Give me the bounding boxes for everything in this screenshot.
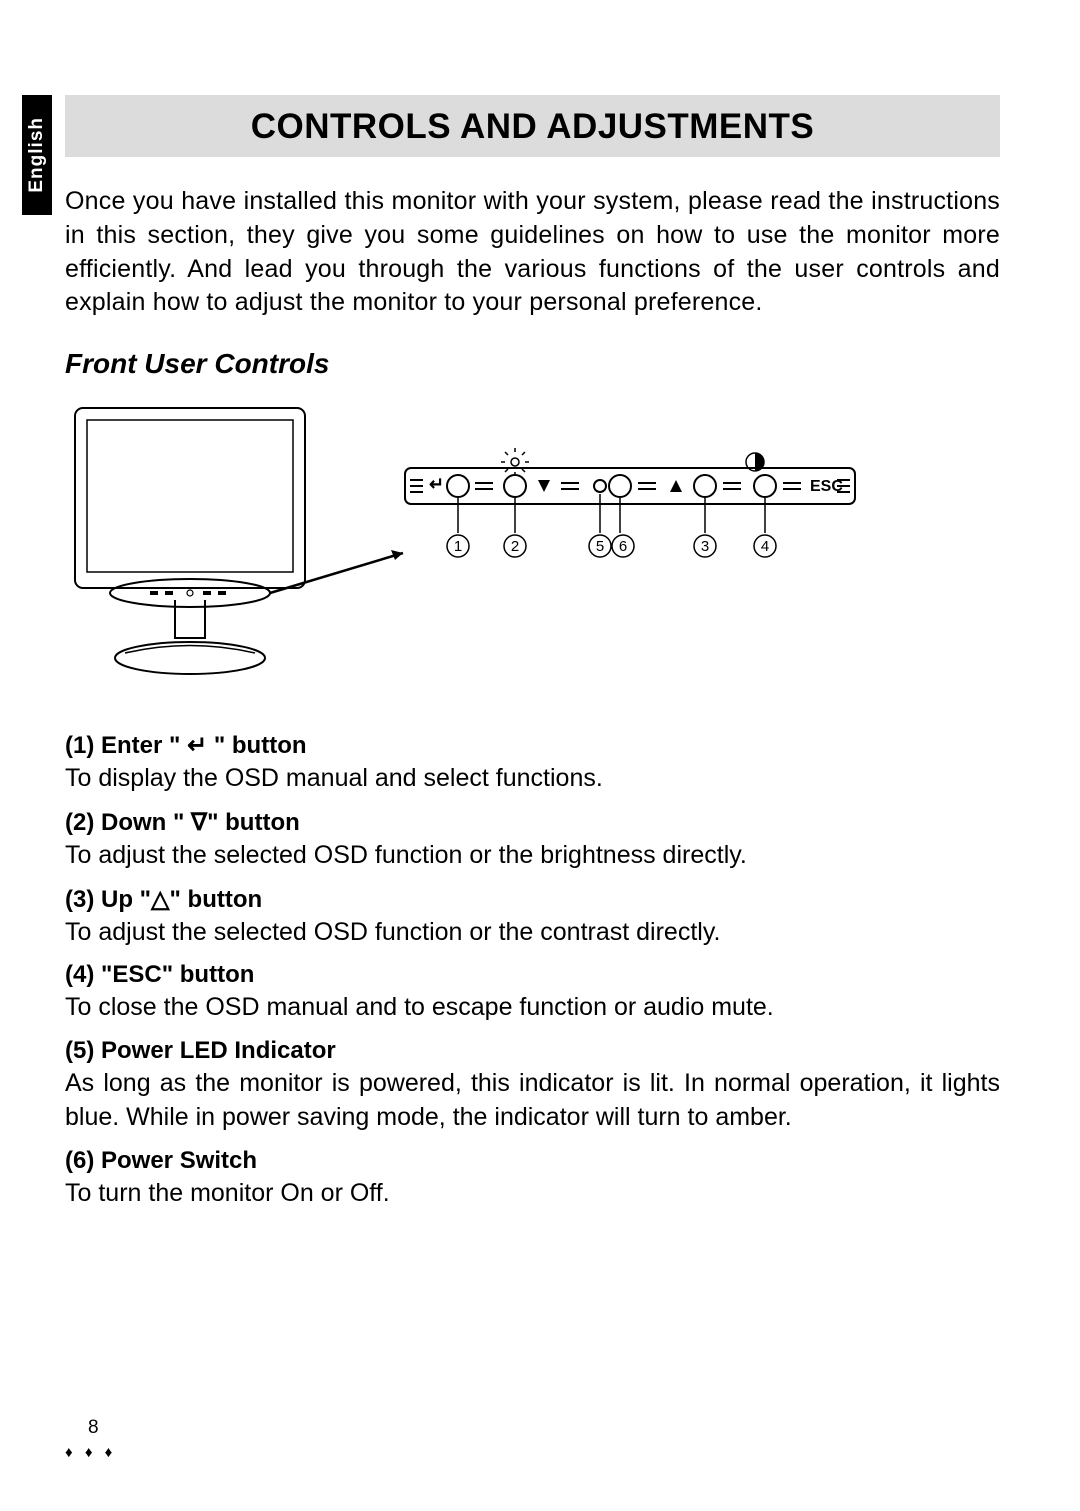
callout-4: 4 — [761, 538, 769, 555]
item-1-desc: To display the OSD manual and select fun… — [65, 762, 1000, 796]
callout-6: 6 — [619, 538, 627, 555]
page-content: CONTROLS AND ADJUSTMENTS Once you have i… — [65, 95, 1000, 1222]
item-2-title: (2) Down " ∇" button — [65, 808, 1000, 837]
item-3-desc: To adjust the selected OSD function or t… — [65, 916, 1000, 950]
page-number: 8 — [88, 1417, 99, 1439]
item-5: (5) Power LED Indicator As long as the m… — [65, 1037, 1000, 1135]
item-4: (4) "ESC" button To close the OSD manual… — [65, 961, 1000, 1025]
callout-5: 5 — [596, 538, 604, 555]
page-title: CONTROLS AND ADJUSTMENTS — [65, 107, 1000, 147]
subheading: Front User Controls — [65, 348, 1000, 380]
callout-3: 3 — [701, 538, 709, 555]
item-3-title: (3) Up "△" button — [65, 885, 1000, 914]
contrast-icon — [746, 453, 764, 471]
power-switch-icon — [609, 475, 631, 497]
footer-diamonds: ♦ ♦ ♦ — [65, 1444, 116, 1461]
item-2: (2) Down " ∇" button To adjust the selec… — [65, 808, 1000, 873]
callout-2: 2 — [511, 538, 519, 555]
title-bar: CONTROLS AND ADJUSTMENTS — [65, 95, 1000, 157]
item-1-title: (1) Enter " ↵ " button — [65, 731, 1000, 760]
intro-paragraph: Once you have installed this monitor wit… — [65, 185, 1000, 320]
enter-glyph: ↵ — [429, 474, 444, 494]
down-triangle-icon — [538, 480, 550, 492]
item-4-title: (4) "ESC" button — [65, 961, 1000, 989]
item-5-title: (5) Power LED Indicator — [65, 1037, 1000, 1065]
item-3: (3) Up "△" button To adjust the selected… — [65, 885, 1000, 950]
item-5-desc: As long as the monitor is powered, this … — [65, 1067, 1000, 1135]
power-led-icon — [594, 480, 606, 492]
up-triangle-icon — [670, 480, 682, 492]
item-4-desc: To close the OSD manual and to escape fu… — [65, 991, 1000, 1025]
monitor-diagram-svg: ↵ — [65, 398, 865, 688]
item-6-desc: To turn the monitor On or Off. — [65, 1177, 1000, 1211]
language-tab: English — [22, 95, 52, 215]
language-tab-label: English — [26, 117, 48, 193]
item-6: (6) Power Switch To turn the monitor On … — [65, 1147, 1000, 1211]
brightness-icon — [501, 448, 529, 476]
front-controls-figure: ↵ — [65, 398, 1000, 693]
item-6-title: (6) Power Switch — [65, 1147, 1000, 1175]
item-2-desc: To adjust the selected OSD function or t… — [65, 839, 1000, 873]
item-1: (1) Enter " ↵ " button To display the OS… — [65, 731, 1000, 796]
callout-1: 1 — [454, 538, 462, 555]
